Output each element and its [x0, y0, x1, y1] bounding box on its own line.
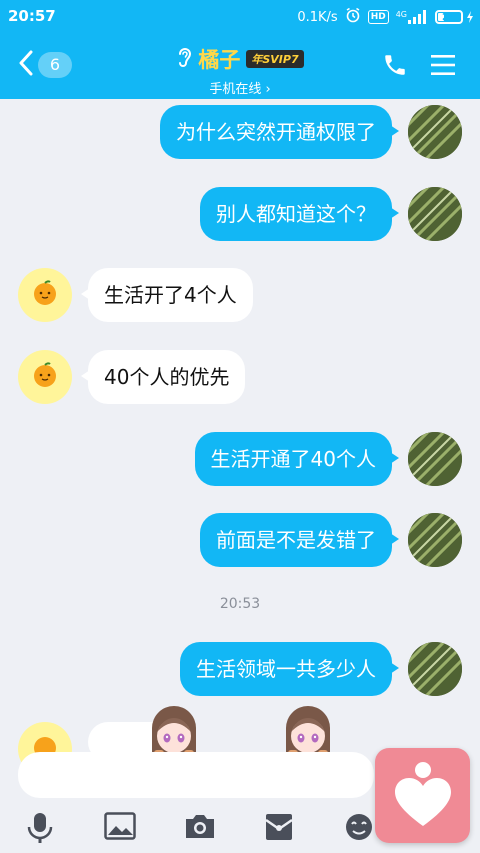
message-timestamp: 20:53	[219, 596, 261, 612]
floating-heart-button[interactable]	[375, 748, 470, 843]
network-type-label: 4G	[395, 10, 407, 19]
net-speed: 0.1K/s	[297, 9, 338, 25]
anime-girl-sticker	[280, 706, 336, 756]
contact-name: 橘子	[198, 48, 241, 72]
camera-icon[interactable]	[184, 812, 216, 844]
message-bubble-sent[interactable]: 前面是不是发错了	[200, 513, 399, 567]
message-input[interactable]	[18, 752, 374, 798]
contact-avatar[interactable]	[18, 268, 72, 322]
message-bubble-sent[interactable]: 生活开通了40个人	[194, 432, 400, 486]
emoji-icon[interactable]	[344, 812, 374, 846]
menu-icon[interactable]	[431, 54, 455, 80]
my-avatar[interactable]	[408, 432, 462, 486]
orange-icon	[31, 361, 59, 393]
battery-icon: 24	[435, 10, 474, 24]
my-avatar[interactable]	[408, 105, 462, 159]
contact-avatar[interactable]	[18, 350, 72, 404]
heart-person-icon	[393, 760, 453, 834]
ear-icon	[176, 46, 192, 72]
online-status: 手机在线 ›	[209, 82, 271, 97]
vip-badge: 年SVIP7	[246, 50, 304, 68]
message-bubble-received[interactable]: 40个人的优先	[80, 350, 246, 404]
my-avatar[interactable]	[408, 642, 462, 696]
status-icons: 0.1K/s HD 4G 24	[297, 7, 474, 27]
alarm-icon	[345, 7, 361, 27]
my-avatar[interactable]	[408, 513, 462, 567]
red-packet-icon[interactable]	[264, 812, 294, 846]
phone-icon[interactable]	[382, 52, 408, 82]
hd-icon: HD	[367, 10, 389, 24]
status-time: 20:57	[8, 7, 56, 25]
message-bubble-sent[interactable]: 为什么突然开通权限了	[160, 105, 399, 159]
signal-icon: 4G	[396, 10, 428, 24]
battery-level: 24	[442, 12, 456, 23]
message-bubble-sent[interactable]: 生活领域一共多少人	[180, 642, 399, 696]
chat-header: 6 橘子 年SVIP7 手机在线 ›	[0, 32, 480, 99]
orange-icon	[31, 279, 59, 311]
microphone-icon[interactable]	[26, 812, 54, 848]
top-bar: 20:57 0.1K/s HD 4G 24 6 橘子 年SVIP7 手机在线 ›	[0, 0, 480, 99]
message-bubble-received[interactable]: 生活开了4个人	[81, 268, 253, 322]
my-avatar[interactable]	[408, 187, 462, 241]
status-bar: 20:57 0.1K/s HD 4G 24	[0, 0, 480, 32]
chat-title[interactable]: 橘子 年SVIP7 手机在线 ›	[0, 44, 480, 97]
message-bubble-sent[interactable]: 别人都知道这个？	[200, 187, 399, 241]
image-icon[interactable]	[104, 812, 136, 844]
anime-girl-sticker	[146, 706, 202, 756]
